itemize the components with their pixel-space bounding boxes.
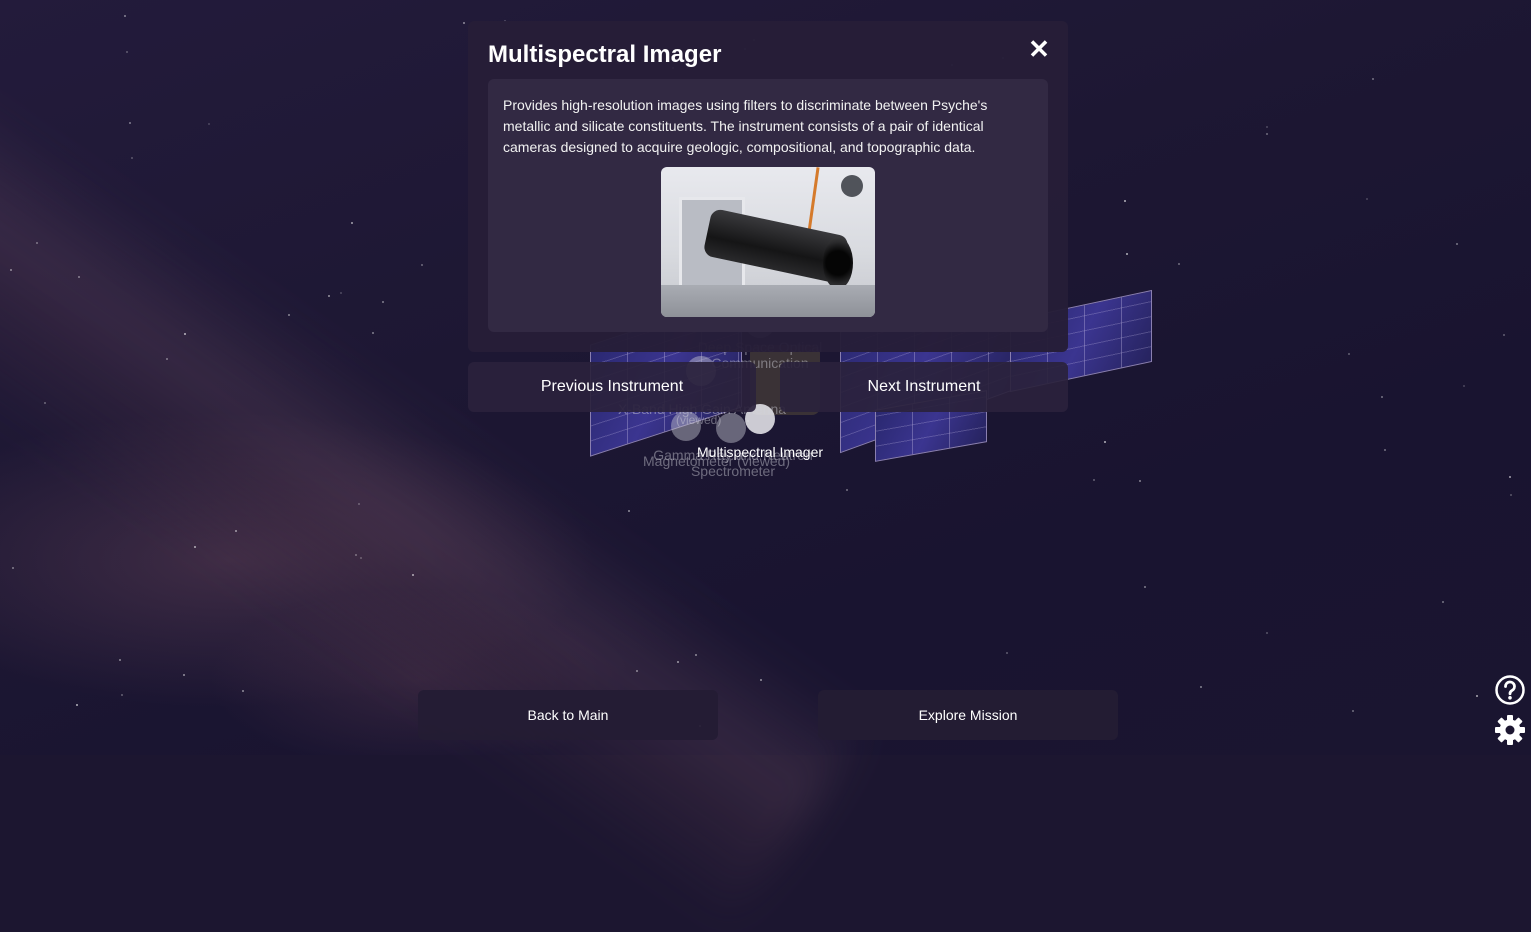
star — [1384, 449, 1386, 451]
modal-title: Multispectral Imager — [488, 41, 722, 68]
gear-icon[interactable] — [1494, 714, 1526, 746]
star — [372, 332, 374, 334]
instrument-description: Provides high-resolution images using fi… — [503, 97, 988, 155]
star — [1266, 632, 1268, 634]
star — [382, 301, 384, 303]
close-button[interactable]: ✕ — [1026, 36, 1052, 62]
star — [463, 22, 465, 24]
previous-instrument-button[interactable]: Previous Instrument — [468, 362, 756, 412]
photo-knob — [841, 175, 863, 197]
star — [166, 358, 168, 360]
photo-table — [661, 285, 875, 317]
modal-body: Provides high-resolution images using fi… — [488, 79, 1048, 332]
back-to-main-button[interactable]: Back to Main — [418, 690, 718, 740]
instrument-photo — [661, 167, 875, 317]
star — [119, 659, 121, 661]
star — [1366, 198, 1368, 200]
star — [355, 554, 357, 556]
star — [358, 503, 360, 505]
star — [1509, 476, 1511, 478]
star — [1381, 396, 1383, 398]
star — [677, 661, 679, 663]
star — [12, 567, 14, 569]
star — [340, 292, 342, 294]
instrument-info-modal: Multispectral Imager ✕ Provides high-res… — [468, 21, 1068, 352]
label-imager: Multispectral Imager — [697, 444, 824, 460]
star — [351, 222, 353, 224]
star — [1476, 695, 1478, 697]
label-xband-viewed: (viewed) — [676, 413, 722, 427]
star — [36, 242, 38, 244]
close-icon: ✕ — [1028, 34, 1050, 64]
star — [421, 264, 423, 266]
star — [1144, 586, 1146, 588]
star — [412, 574, 414, 576]
star — [242, 690, 244, 692]
star — [208, 123, 210, 125]
star — [288, 314, 290, 316]
photo-camera-lens — [823, 237, 853, 289]
star — [126, 51, 128, 53]
star — [1503, 334, 1505, 336]
star — [1510, 494, 1512, 496]
star — [78, 276, 80, 278]
star — [628, 510, 630, 512]
star — [1456, 243, 1458, 245]
star — [1266, 126, 1268, 128]
star — [184, 333, 186, 335]
star — [124, 15, 126, 17]
help-icon[interactable] — [1494, 674, 1526, 706]
star — [695, 654, 697, 656]
star — [360, 557, 362, 559]
star — [1006, 652, 1008, 654]
star — [1124, 200, 1126, 202]
star — [44, 402, 46, 404]
star — [235, 530, 237, 532]
star — [1372, 78, 1374, 80]
star — [121, 694, 123, 696]
star — [328, 295, 330, 297]
star — [1200, 686, 1202, 688]
explore-mission-button[interactable]: Explore Mission — [818, 690, 1118, 740]
star — [129, 122, 131, 124]
star — [1348, 353, 1350, 355]
star — [1442, 601, 1444, 603]
star — [10, 269, 12, 271]
star — [760, 679, 762, 681]
star — [636, 670, 638, 672]
star — [1463, 385, 1465, 387]
star — [183, 674, 185, 676]
next-instrument-button[interactable]: Next Instrument — [780, 362, 1068, 412]
star — [131, 157, 133, 159]
star — [1352, 710, 1354, 712]
star — [1139, 480, 1141, 482]
star — [1266, 133, 1268, 135]
star — [846, 489, 848, 491]
star — [1093, 479, 1095, 481]
star — [76, 704, 78, 706]
star — [194, 546, 196, 548]
